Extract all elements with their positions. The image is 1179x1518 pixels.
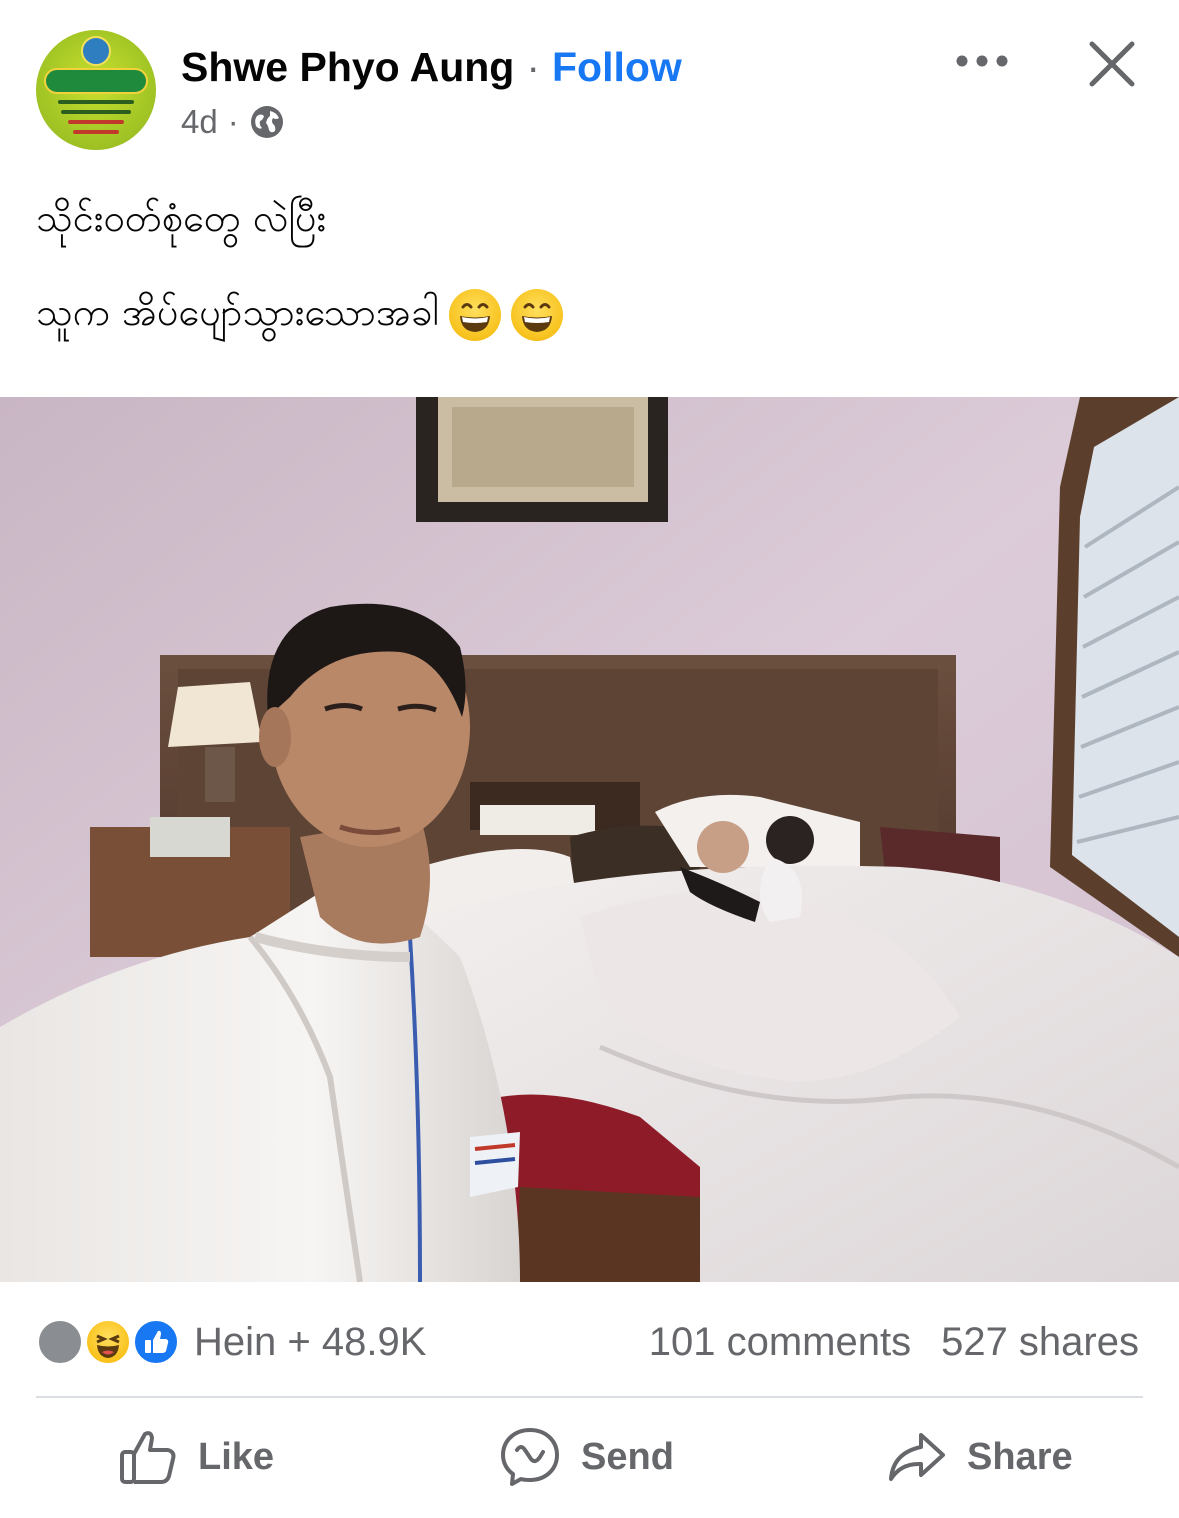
avatar-text-line <box>73 130 119 134</box>
name-separator: · <box>526 43 540 90</box>
post-actions: Like Send Share <box>0 1404 1179 1514</box>
post-header: Shwe Phyo Aung · Follow 4d · <box>0 0 1179 170</box>
send-label: Send <box>581 1435 674 1478</box>
shares-count[interactable]: 527 shares <box>941 1318 1139 1366</box>
follow-button[interactable]: Follow <box>552 44 682 91</box>
like-button[interactable]: Like <box>118 1424 274 1490</box>
thumbs-up-icon <box>120 1431 176 1484</box>
divider <box>36 1396 1143 1398</box>
globe-icon <box>250 106 283 138</box>
share-button[interactable]: Share <box>887 1424 1073 1490</box>
close-icon[interactable] <box>1086 38 1138 90</box>
post-meta: 4d · <box>181 100 285 144</box>
avatar-text-line <box>58 100 134 104</box>
share-arrow-icon <box>889 1433 945 1481</box>
caption-line: သူက အိပ်ပျော်သွားသောအခါ <box>36 284 1146 341</box>
like-reaction-icon <box>132 1318 180 1366</box>
author-row: Shwe Phyo Aung · Follow <box>181 44 682 90</box>
avatar-text-line <box>61 110 131 114</box>
haha-reaction-icon <box>84 1318 132 1366</box>
avatar-banner <box>44 68 148 94</box>
share-label: Share <box>967 1435 1073 1478</box>
author-name[interactable]: Shwe Phyo Aung <box>181 44 514 91</box>
engagement-counts: 101 comments 527 shares <box>649 1318 1139 1366</box>
like-label: Like <box>198 1435 275 1478</box>
send-button[interactable]: Send <box>499 1424 674 1490</box>
grinning-face-emoji <box>510 288 563 341</box>
post-caption: သိုင်းဝတ်စုံတွေ လဲပြီး သူက အိပ်ပျော်သွား… <box>36 190 1146 341</box>
photo-scene <box>0 397 1179 1282</box>
meta-separator: · <box>227 103 239 140</box>
more-dots-icon[interactable] <box>954 46 1010 76</box>
avatar-text-line <box>68 120 124 124</box>
reaction-summary[interactable]: Hein + 48.9K <box>194 1318 426 1366</box>
page-avatar[interactable] <box>36 30 156 150</box>
reactor-avatar-icon <box>36 1318 84 1366</box>
caption-text: သိုင်းဝတ်စုံတွေ လဲပြီး <box>36 196 327 240</box>
caption-text: သူက အိပ်ပျော်သွားသောအခါ <box>36 290 439 334</box>
messenger-icon <box>501 1428 559 1486</box>
post-time[interactable]: 4d <box>181 103 218 141</box>
avatar-seal <box>81 36 111 66</box>
reaction-icons[interactable] <box>36 1318 184 1366</box>
caption-line: သိုင်းဝတ်စုံတွေ လဲပြီး <box>36 190 1146 246</box>
grinning-face-emoji <box>448 288 501 341</box>
comments-count[interactable]: 101 comments <box>649 1318 911 1366</box>
post-photo[interactable] <box>0 397 1179 1282</box>
reaction-stats: Hein + 48.9K 101 comments 527 shares <box>0 1300 1179 1386</box>
